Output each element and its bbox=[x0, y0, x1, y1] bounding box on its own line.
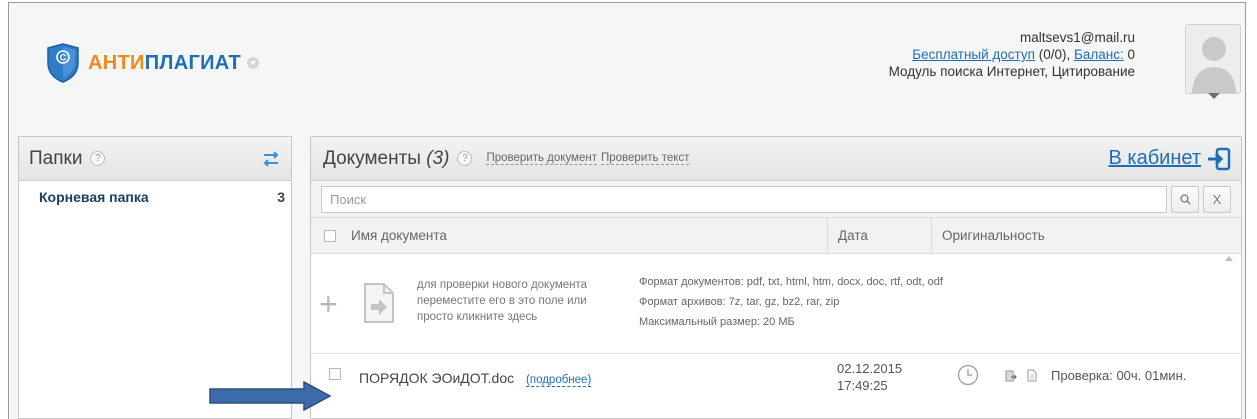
row-checkbox[interactable] bbox=[329, 368, 341, 380]
column-originality[interactable]: Оригинальность bbox=[931, 218, 1241, 253]
clear-search-button[interactable]: X bbox=[1203, 185, 1231, 213]
table-row[interactable]: ПОРЯДОК ЭОиДОТ.doc (подробнее) 02.12.201… bbox=[311, 354, 1241, 404]
folders-header: Папки ? bbox=[19, 137, 291, 181]
user-silhouette-icon bbox=[1186, 25, 1240, 93]
balance-value: 0 bbox=[1127, 47, 1135, 62]
balance-link[interactable]: Баланс: bbox=[1074, 47, 1124, 62]
document-upload-icon bbox=[364, 283, 394, 323]
check-document-link[interactable]: Проверить документ bbox=[486, 152, 597, 165]
enter-cabinet-icon bbox=[1208, 147, 1231, 170]
brand-menu-caret-icon[interactable] bbox=[247, 57, 260, 69]
avatar-menu-caret-icon[interactable] bbox=[1208, 93, 1220, 99]
max-size: Максимальный размер: 20 МБ bbox=[639, 316, 795, 328]
documents-help-icon[interactable]: ? bbox=[457, 151, 473, 166]
document-icon[interactable] bbox=[1027, 369, 1037, 382]
column-date[interactable]: Дата bbox=[827, 218, 931, 253]
logo[interactable]: C АНТИПЛАГИАТ bbox=[46, 43, 260, 83]
select-all-checkbox[interactable] bbox=[324, 229, 336, 242]
check-text-link[interactable]: Проверить текст bbox=[600, 152, 690, 165]
account-email: maltsevs1@mail.ru bbox=[1020, 30, 1135, 45]
avatar[interactable] bbox=[1185, 24, 1241, 94]
report-icon[interactable] bbox=[1005, 370, 1017, 382]
table-header: Имя документа Дата Оригинальность bbox=[311, 218, 1241, 254]
clock-icon bbox=[957, 364, 979, 386]
free-access-value: (0/0), bbox=[1038, 47, 1071, 62]
folders-help-icon[interactable]: ? bbox=[90, 151, 106, 166]
brand-name: АНТИПЛАГИАТ bbox=[88, 51, 242, 74]
free-access-link[interactable]: Бесплатный доступ bbox=[912, 47, 1035, 62]
document-details-link[interactable]: (подробнее) bbox=[526, 374, 592, 387]
account-info: maltsevs1@mail.ru Бесплатный доступ (0/0… bbox=[889, 29, 1135, 80]
documents-header: Документы (3) ? Проверить документ Прове… bbox=[311, 137, 1241, 181]
documents-title: Документы (3) bbox=[323, 147, 450, 169]
folders-panel: Папки ? Корневая папка 3 bbox=[18, 136, 292, 419]
folder-item-count: 3 bbox=[277, 189, 285, 205]
search-button[interactable] bbox=[1171, 185, 1199, 213]
cabinet-link[interactable]: В кабинет bbox=[1109, 147, 1232, 171]
shield-logo-icon: C bbox=[47, 43, 79, 83]
svg-text:C: C bbox=[60, 53, 67, 63]
upload-formats: Формат документов: pdf, txt, html, htm, … bbox=[639, 272, 943, 332]
search-input[interactable] bbox=[321, 185, 1167, 213]
column-name[interactable]: Имя документа bbox=[349, 228, 827, 243]
folders-title: Папки bbox=[29, 147, 83, 169]
folder-item-root[interactable]: Корневая папка 3 bbox=[19, 181, 291, 205]
upload-drop-zone[interactable]: + для проверки нового документа перемест… bbox=[311, 254, 1241, 354]
document-date: 02.12.2015 17:49:25 bbox=[837, 361, 903, 393]
formats-archives: Формат архивов: 7z, tar, gz, bz2, rar, z… bbox=[639, 296, 840, 308]
swap-arrows-icon[interactable] bbox=[261, 150, 281, 168]
folder-item-label: Корневая папка bbox=[39, 189, 149, 205]
search-icon bbox=[1179, 193, 1190, 204]
account-modules: Модуль поиска Интернет, Цитирование bbox=[888, 64, 1135, 79]
formats-documents: Формат документов: pdf, txt, html, htm, … bbox=[639, 276, 943, 288]
plus-icon: + bbox=[319, 286, 338, 322]
scroll-up-arrow-icon[interactable] bbox=[1225, 256, 1233, 261]
drop-zone-hint: для проверки нового документа переместит… bbox=[417, 279, 588, 323]
document-name[interactable]: ПОРЯДОК ЭОиДОТ.doc (подробнее) bbox=[359, 370, 592, 387]
pointer-arrow-icon bbox=[209, 381, 332, 411]
search-bar: X bbox=[311, 181, 1241, 218]
documents-panel: Документы (3) ? Проверить документ Прове… bbox=[310, 136, 1242, 419]
check-status: Проверка: 00ч. 01мин. bbox=[1051, 368, 1187, 383]
